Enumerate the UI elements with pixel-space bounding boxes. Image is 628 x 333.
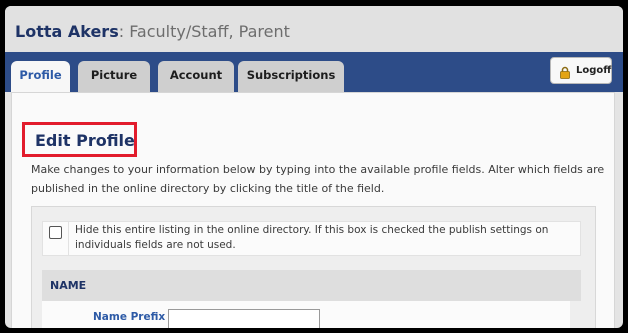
page-title: Edit Profile bbox=[35, 131, 135, 150]
hide-listing-label: Hide this entire listing in the online d… bbox=[75, 224, 549, 251]
form-panel: Hide this entire listing in the online d… bbox=[31, 206, 596, 328]
hide-listing-checkbox[interactable] bbox=[49, 226, 62, 239]
user-identity: Lotta Akers: Faculty/Staff, Parent bbox=[15, 22, 290, 41]
user-name: Lotta Akers bbox=[15, 22, 119, 41]
divider bbox=[68, 222, 69, 255]
tab-account[interactable]: Account bbox=[158, 61, 234, 92]
name-prefix-input[interactable] bbox=[168, 309, 320, 328]
name-prefix-label[interactable]: Name Prefix bbox=[93, 311, 165, 323]
user-header: Lotta Akers: Faculty/Staff, Parent bbox=[5, 6, 623, 54]
tab-bar: Profile Picture Account Subscriptions Lo… bbox=[5, 52, 623, 92]
hide-listing-row: Hide this entire listing in the online d… bbox=[42, 221, 581, 256]
tab-profile[interactable]: Profile bbox=[11, 61, 70, 92]
intro-text: Make changes to your information below b… bbox=[31, 163, 605, 195]
user-roles: : Faculty/Staff, Parent bbox=[118, 22, 290, 41]
title-highlight: Edit Profile bbox=[22, 122, 137, 157]
field-row-name-prefix: Name Prefix bbox=[42, 301, 570, 328]
tab-picture[interactable]: Picture bbox=[78, 61, 150, 92]
app-frame: Lotta Akers: Faculty/Staff, Parent Profi… bbox=[5, 6, 623, 328]
section-header-name: NAME bbox=[42, 270, 581, 301]
profile-content: Edit Profile Make changes to your inform… bbox=[11, 92, 615, 328]
logoff-label: Logoff bbox=[576, 65, 612, 76]
logoff-button[interactable]: Logoff bbox=[550, 57, 612, 84]
tab-subscriptions[interactable]: Subscriptions bbox=[238, 61, 344, 92]
lock-icon bbox=[560, 64, 570, 79]
